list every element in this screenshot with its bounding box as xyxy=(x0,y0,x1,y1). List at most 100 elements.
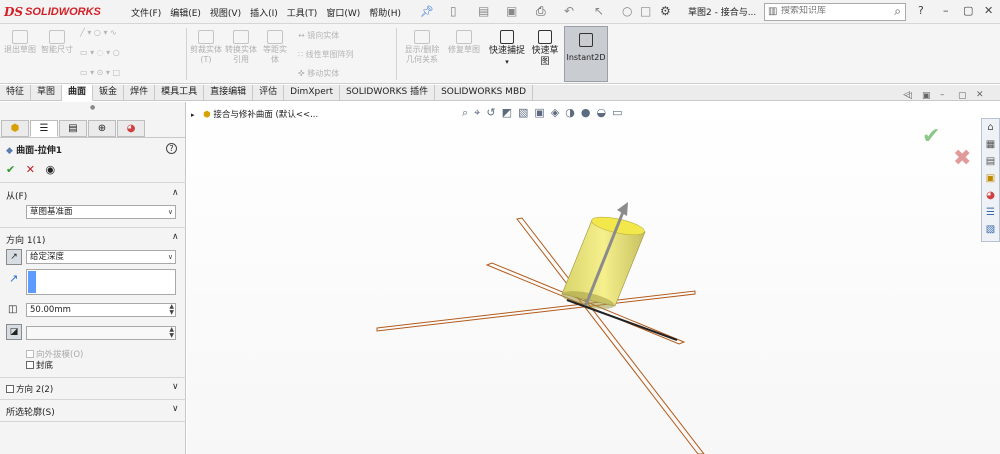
menu-window[interactable]: 窗口(W) xyxy=(326,6,360,19)
repair-icon xyxy=(456,30,472,44)
help-icon[interactable]: ? xyxy=(918,4,924,17)
rectangle-tools-icon[interactable]: ▭ ▾ ◌ ▾ ○ xyxy=(80,48,120,57)
search-icon[interactable]: ⌕ xyxy=(894,4,901,19)
direction1-section-label[interactable]: 方向 1(1) xyxy=(6,233,45,246)
linear-pattern-button[interactable]: ∷ 线性草图阵列 xyxy=(298,49,354,60)
menu-insert[interactable]: 插入(I) xyxy=(250,6,278,19)
collapse-icon[interactable]: ∧ xyxy=(172,232,179,242)
convert-entities-button[interactable]: 转换实体引用 xyxy=(224,30,258,65)
ok-icon[interactable]: ✔ xyxy=(6,163,15,176)
instant2d-button[interactable]: Instant2D xyxy=(564,26,608,82)
viewport-restore-icon[interactable]: ▣ xyxy=(922,91,931,101)
configuration-manager-tab-icon[interactable]: ▤ xyxy=(59,120,87,137)
menu-file[interactable]: 文件(F) xyxy=(131,6,161,19)
confirm-ok-icon[interactable]: ✔ xyxy=(922,124,940,149)
dimxpert-manager-tab-icon[interactable]: ⊕ xyxy=(88,120,116,137)
design-library-icon[interactable]: ▦ xyxy=(982,136,999,153)
tab-mold-tools[interactable]: 模具工具 xyxy=(155,85,205,101)
line-tools-icon[interactable]: ╱ ▾ ○ ▾ ∿ xyxy=(80,28,117,37)
tab-direct-editing[interactable]: 直接编辑 xyxy=(204,85,254,101)
file-explorer-icon[interactable]: ▤ xyxy=(982,153,999,170)
cancel-icon[interactable]: ✕ xyxy=(26,163,35,176)
end-condition-select[interactable]: 给定深度 ∨ xyxy=(26,250,176,264)
restore-icon[interactable]: ▢ xyxy=(963,4,973,17)
trim-entities-button[interactable]: 剪裁实体(T) xyxy=(190,30,222,65)
feature-manager-tab-icon[interactable]: ⬢ xyxy=(1,120,29,137)
property-manager-tab-icon[interactable]: ☰ xyxy=(30,120,58,137)
menu-view[interactable]: 视图(V) xyxy=(210,6,241,19)
exit-sketch-button[interactable]: 退出草图 xyxy=(4,30,36,55)
search-input[interactable] xyxy=(781,6,889,16)
pin-icon[interactable]: 📌︎ xyxy=(420,5,434,18)
appearances-icon[interactable]: ◕ xyxy=(982,187,999,204)
tab-surfaces[interactable]: 曲面 xyxy=(62,85,94,101)
graphics-area[interactable]: ▸ ⬢ 接合与修补曲面 (默认<<... ⌕ ⌖ ↺ ◩ ▧ ▣ ◈ ◑ ● ◒… xyxy=(187,90,1000,454)
collapse-icon[interactable]: ∧ xyxy=(172,188,179,198)
reverse-direction-icon[interactable]: ↗ xyxy=(6,249,22,265)
preview-eye-icon[interactable]: ◉ xyxy=(45,163,55,176)
menu-tools[interactable]: 工具(T) xyxy=(287,6,318,19)
expand-icon[interactable]: ∨ xyxy=(172,382,179,392)
move-entities-button[interactable]: ✜ 移动实体 xyxy=(298,68,339,79)
expand-icon[interactable]: ∨ xyxy=(172,404,179,414)
draft-angle-input[interactable]: ▲ ▼ xyxy=(26,326,176,340)
spin-arrows-icon[interactable]: ▲ ▼ xyxy=(169,304,174,316)
slot-tools-icon[interactable]: ▭ ▾ ⊙ ▾ □ xyxy=(80,68,120,77)
direction-selection-box[interactable] xyxy=(26,269,176,295)
tab-mbd[interactable]: SOLIDWORKS MBD xyxy=(435,85,534,101)
print-icon[interactable]: ⎙ xyxy=(536,4,546,19)
smart-dimension-button[interactable]: 智能尺寸 xyxy=(40,30,74,55)
forum-icon[interactable]: ▧ xyxy=(982,221,999,238)
menu-bar: 文件(F) 编辑(E) 视图(V) 插入(I) 工具(T) 窗口(W) 帮助(H… xyxy=(131,0,410,24)
quick-snaps-button[interactable]: 快速捕捉 ▾ xyxy=(488,26,526,82)
viewport-close-icon[interactable]: ✕ xyxy=(976,90,984,100)
display-manager-tab-icon[interactable]: ◕ xyxy=(117,120,145,137)
view-palette-icon[interactable]: ▣ xyxy=(982,170,999,187)
rapid-sketch-button[interactable]: 快速草图 xyxy=(528,26,562,82)
open-icon[interactable]: ▤ xyxy=(478,4,489,18)
viewport-minimize-icon[interactable]: – xyxy=(940,90,945,100)
undo-icon[interactable]: ↶ xyxy=(564,4,574,18)
exit-sketch-icon xyxy=(12,30,28,44)
selected-contours-label[interactable]: 所选轮廓(S) xyxy=(6,405,55,418)
repair-sketch-button[interactable]: 修复草图 xyxy=(448,30,480,55)
tab-addins[interactable]: SOLIDWORKS 插件 xyxy=(340,85,436,101)
menu-edit[interactable]: 编辑(E) xyxy=(170,6,201,19)
viewport-maximize-icon[interactable]: ▢ xyxy=(958,91,967,101)
menu-help[interactable]: 帮助(H) xyxy=(369,6,401,19)
spin-arrows-icon[interactable]: ▲ ▼ xyxy=(169,327,174,339)
tab-weldments[interactable]: 焊件 xyxy=(124,85,156,101)
from-select[interactable]: 草图基准面 ∨ xyxy=(26,205,176,219)
draft-icon[interactable]: ◪ xyxy=(6,324,22,340)
viewport-back-icon[interactable]: ◁ xyxy=(905,91,912,101)
app-logo[interactable]: DS SOLIDWORKS xyxy=(4,4,101,20)
save-icon[interactable]: ▣ xyxy=(506,4,517,18)
help-icon[interactable]: ? xyxy=(166,143,177,154)
select-icon[interactable]: ↖ xyxy=(594,4,604,18)
cap-end-checkbox[interactable]: 封底 xyxy=(26,359,53,371)
close-icon[interactable]: ✕ xyxy=(984,4,993,17)
custom-properties-icon[interactable]: ☰ xyxy=(982,204,999,221)
relations-button[interactable]: 显示/删除几何关系 xyxy=(402,30,442,65)
tab-sheet-metal[interactable]: 钣金 xyxy=(93,85,125,101)
new-icon[interactable]: ▯ xyxy=(450,4,457,18)
options-icon[interactable]: ⚙ xyxy=(660,4,671,18)
file-props-icon[interactable]: □ xyxy=(640,4,651,18)
rebuild-icon[interactable]: ○ xyxy=(622,4,632,18)
panel-grip-icon[interactable]: ● xyxy=(90,104,95,111)
direction2-checkbox[interactable]: 方向 2(2) xyxy=(6,383,53,395)
offset-entities-button[interactable]: 等距实体 xyxy=(260,30,290,65)
tab-dimxpert[interactable]: DimXpert xyxy=(284,85,340,101)
tab-evaluate[interactable]: 评估 xyxy=(253,85,285,101)
mirror-entities-button[interactable]: ↔ 镜向实体 xyxy=(298,30,339,41)
search-box[interactable]: ▥ ⌕ xyxy=(764,3,906,21)
selected-edge[interactable] xyxy=(566,299,678,341)
from-section-label[interactable]: 从(F) xyxy=(6,189,27,202)
minimize-icon[interactable]: – xyxy=(943,4,949,17)
depth-input[interactable]: 50.00mm ▲ ▼ xyxy=(26,303,176,317)
home-icon[interactable]: ⌂ xyxy=(982,119,999,136)
tab-sketch[interactable]: 草图 xyxy=(31,85,63,101)
sketch-lines[interactable] xyxy=(376,217,705,454)
tab-features[interactable]: 特征 xyxy=(0,85,32,101)
confirm-cancel-icon[interactable]: ✖ xyxy=(953,146,971,171)
